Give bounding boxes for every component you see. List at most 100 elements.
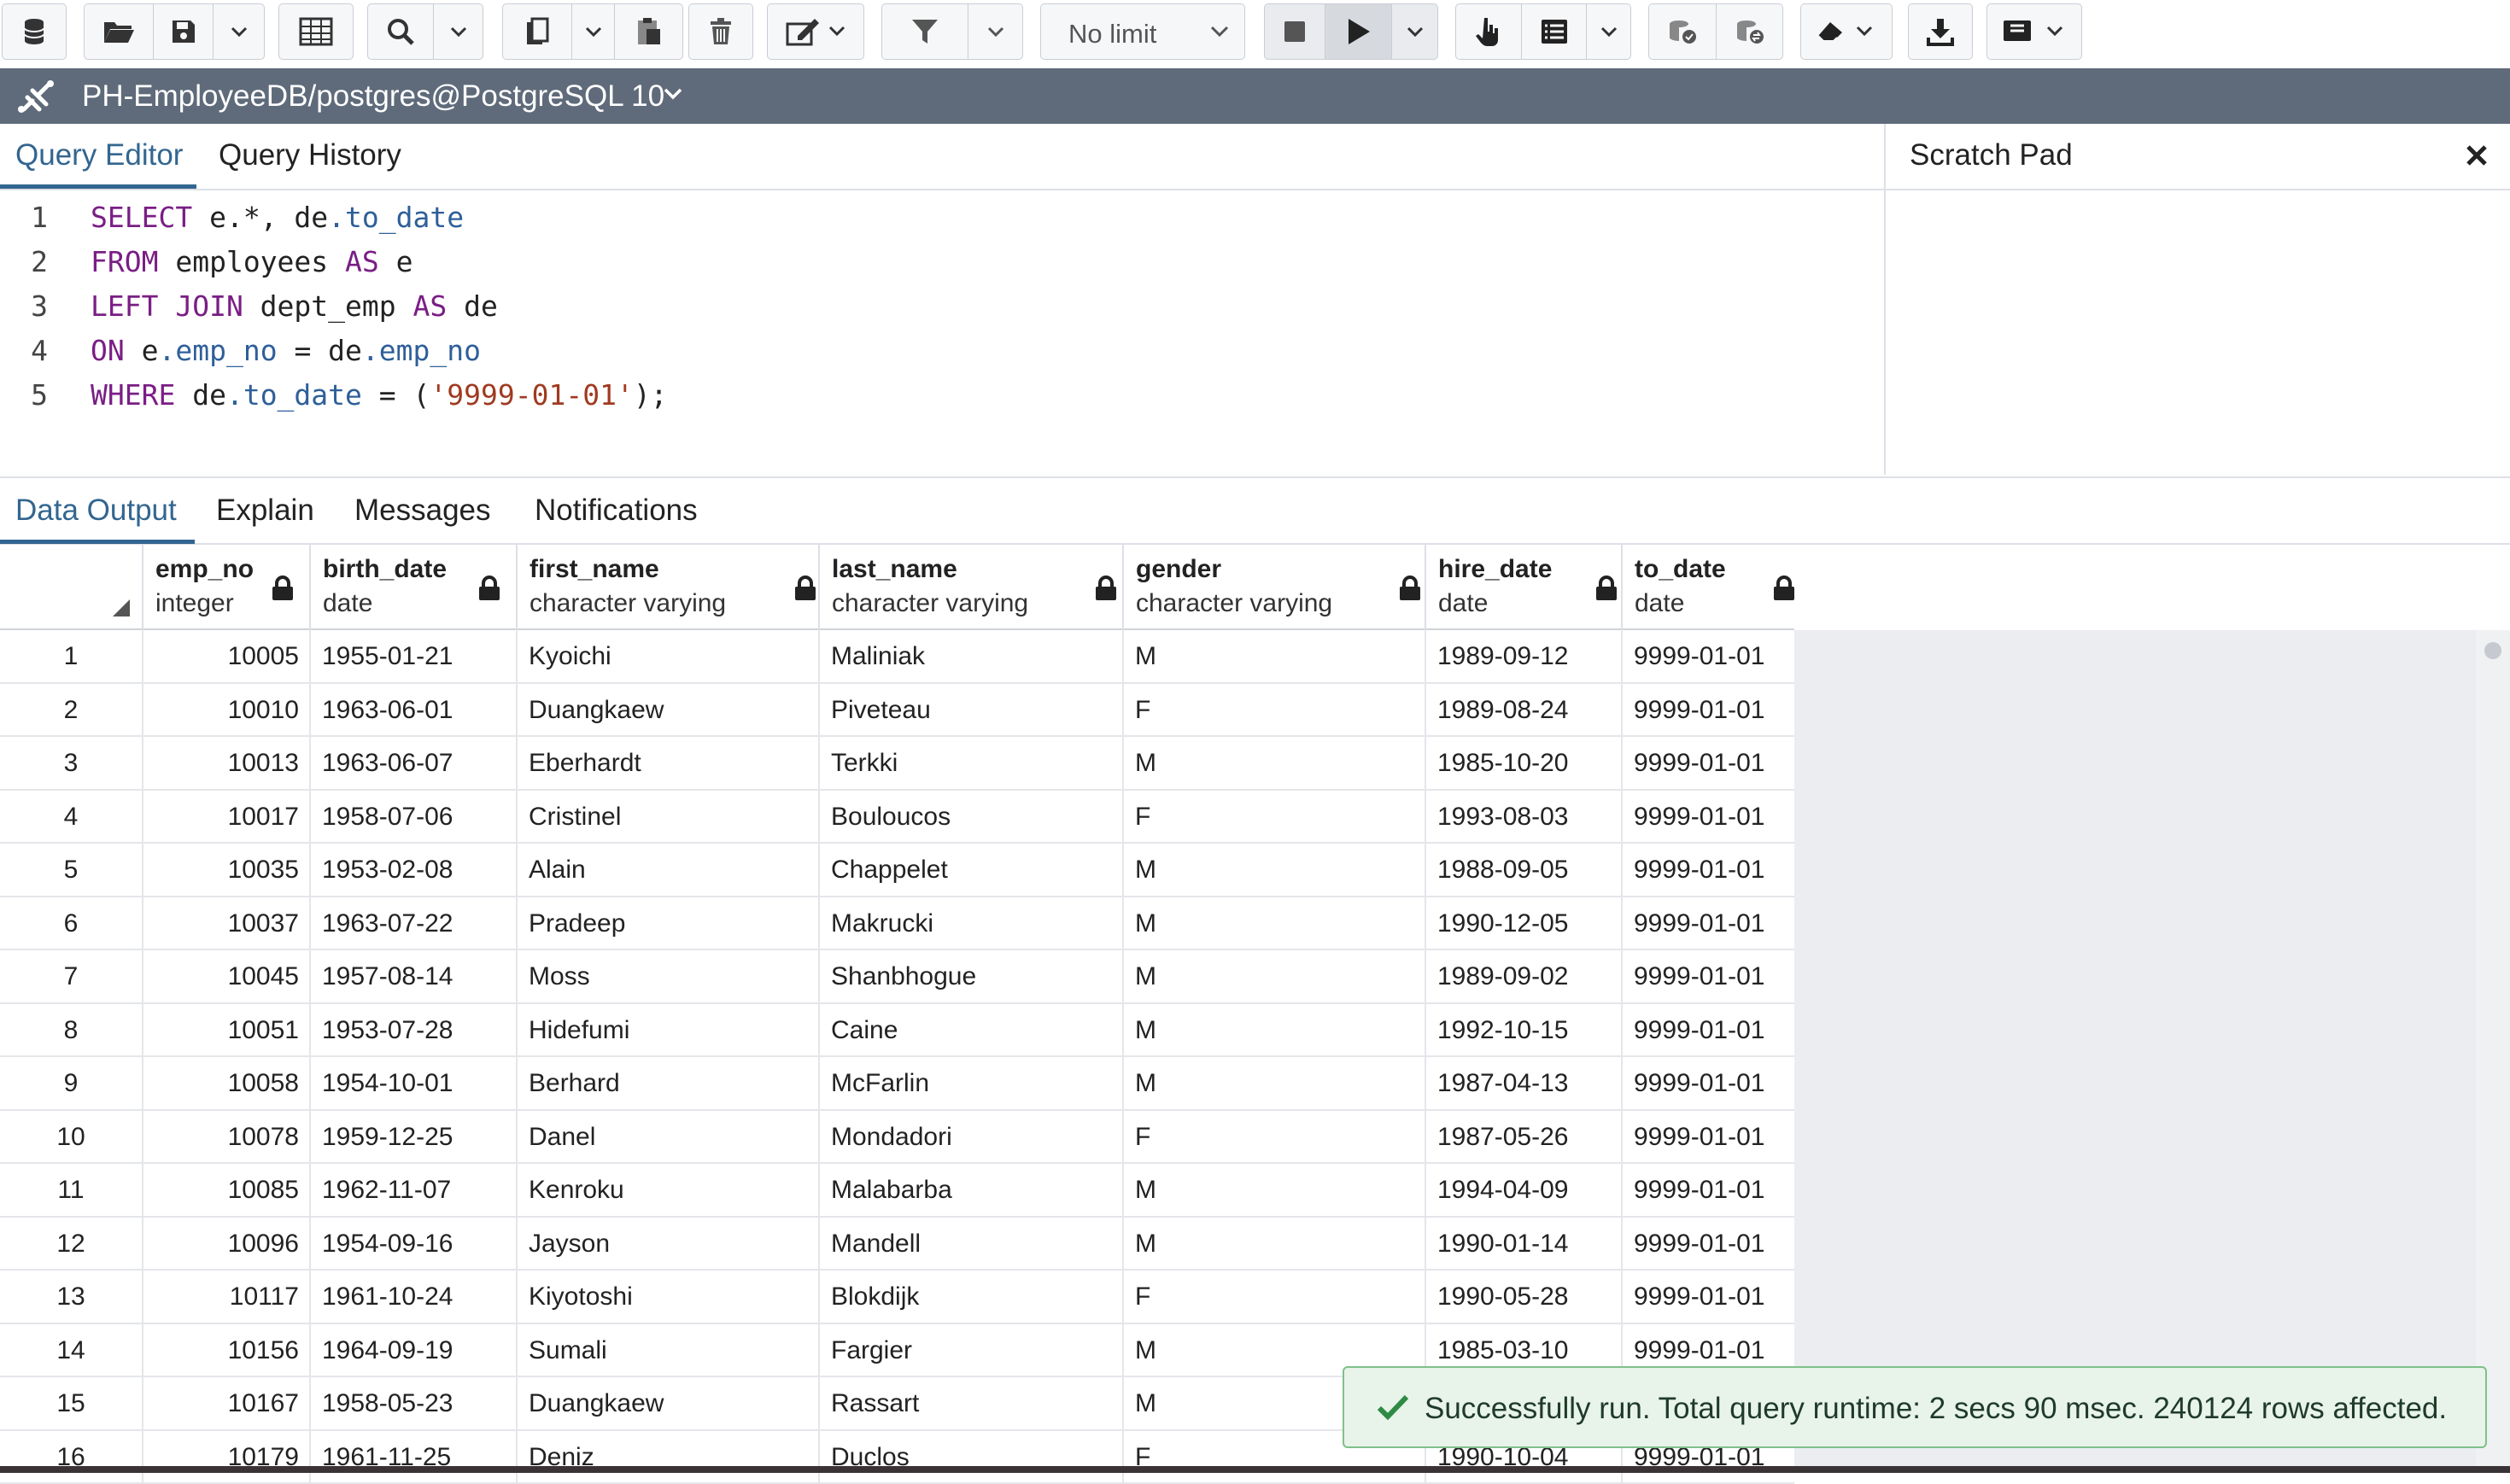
cell-first-name[interactable]: Berhard xyxy=(516,1057,818,1111)
cell-first-name[interactable]: Kenroku xyxy=(516,1164,818,1218)
cell-birth-date[interactable]: 1962-11-07 xyxy=(309,1164,516,1218)
commit-button[interactable] xyxy=(1649,4,1716,59)
cell-birth-date[interactable]: 1953-07-28 xyxy=(309,1004,516,1058)
cell-gender[interactable]: M xyxy=(1122,897,1425,951)
cell-first-name[interactable]: Hidefumi xyxy=(516,1004,818,1058)
table-row[interactable]: 5100351953-02-08AlainChappeletM1988-09-0… xyxy=(0,844,1794,897)
cell-gender[interactable]: M xyxy=(1122,1004,1425,1058)
cell-emp-no[interactable]: 10037 xyxy=(142,897,309,951)
cell-to-date[interactable]: 9999-01-01 xyxy=(1621,1271,1794,1324)
vertical-scrollbar[interactable] xyxy=(2476,630,2510,1473)
cell-to-date[interactable]: 9999-01-01 xyxy=(1621,791,1794,844)
cell-last-name[interactable]: Blokdijk xyxy=(818,1271,1122,1324)
row-number[interactable]: 15 xyxy=(0,1377,142,1431)
cell-to-date[interactable]: 9999-01-01 xyxy=(1621,1218,1794,1271)
cell-first-name[interactable]: Sumali xyxy=(516,1324,818,1378)
column-header-emp-no[interactable]: emp_nointeger xyxy=(142,545,309,630)
cell-birth-date[interactable]: 1957-08-14 xyxy=(309,950,516,1004)
cell-first-name[interactable]: Jayson xyxy=(516,1218,818,1271)
cell-gender[interactable]: F xyxy=(1122,1271,1425,1324)
cell-hire-date[interactable]: 1994-04-09 xyxy=(1425,1164,1621,1218)
cell-hire-date[interactable]: 1989-09-12 xyxy=(1425,630,1621,684)
cell-to-date[interactable]: 9999-01-01 xyxy=(1621,950,1794,1004)
table-row[interactable]: 6100371963-07-22PradeepMakruckiM1990-12-… xyxy=(0,897,1794,951)
cell-emp-no[interactable]: 10013 xyxy=(142,737,309,791)
code-line[interactable]: 4ON e.emp_no = de.emp_no xyxy=(0,334,1879,378)
code-line[interactable]: 5WHERE de.to_date = ('9999-01-01'); xyxy=(0,378,1879,423)
cell-last-name[interactable]: Shanbhogue xyxy=(818,950,1122,1004)
code-line[interactable]: 2FROM employees AS e xyxy=(0,245,1879,289)
tab-explain[interactable]: Explain xyxy=(216,494,314,528)
column-header-first-name[interactable]: first_namecharacter varying xyxy=(516,545,818,630)
cell-last-name[interactable]: Mandell xyxy=(818,1218,1122,1271)
cell-hire-date[interactable]: 1990-05-28 xyxy=(1425,1271,1621,1324)
connection-plug-icon[interactable] xyxy=(14,79,58,119)
cell-emp-no[interactable]: 10010 xyxy=(142,684,309,738)
cell-gender[interactable]: F xyxy=(1122,684,1425,738)
select-all-corner[interactable] xyxy=(0,545,142,630)
cell-last-name[interactable]: Chappelet xyxy=(818,844,1122,897)
tab-query-editor[interactable]: Query Editor xyxy=(15,138,183,172)
explain-button[interactable] xyxy=(1456,4,1521,59)
open-file-button[interactable] xyxy=(85,4,153,59)
cell-emp-no[interactable]: 10035 xyxy=(142,844,309,897)
table-row[interactable]: 4100171958-07-06CristinelBouloucosF1993-… xyxy=(0,791,1794,844)
cell-first-name[interactable]: Pradeep xyxy=(516,897,818,951)
table-row[interactable]: 9100581954-10-01BerhardMcFarlinM1987-04-… xyxy=(0,1057,1794,1111)
cell-hire-date[interactable]: 1987-04-13 xyxy=(1425,1057,1621,1111)
cell-birth-date[interactable]: 1954-09-16 xyxy=(309,1218,516,1271)
copy-button[interactable] xyxy=(503,4,571,59)
cell-first-name[interactable]: Danel xyxy=(516,1111,818,1165)
cell-first-name[interactable]: Deniz xyxy=(516,1431,818,1484)
row-number[interactable]: 13 xyxy=(0,1271,142,1324)
cell-birth-date[interactable]: 1954-10-01 xyxy=(309,1057,516,1111)
explain-analyze-button[interactable] xyxy=(1521,4,1586,59)
cell-birth-date[interactable]: 1964-09-19 xyxy=(309,1324,516,1378)
filter-options-dropdown[interactable] xyxy=(968,4,1022,59)
cell-birth-date[interactable]: 1953-02-08 xyxy=(309,844,516,897)
cell-emp-no[interactable]: 10096 xyxy=(142,1218,309,1271)
row-number[interactable]: 7 xyxy=(0,950,142,1004)
row-number[interactable]: 2 xyxy=(0,684,142,738)
cell-emp-no[interactable]: 10117 xyxy=(142,1271,309,1324)
cell-emp-no[interactable]: 10005 xyxy=(142,630,309,684)
cell-last-name[interactable]: McFarlin xyxy=(818,1057,1122,1111)
cell-gender[interactable]: F xyxy=(1122,1111,1425,1165)
row-number[interactable]: 11 xyxy=(0,1164,142,1218)
cell-hire-date[interactable]: 1990-01-14 xyxy=(1425,1218,1621,1271)
table-row[interactable]: 1100051955-01-21KyoichiMaliniakM1989-09-… xyxy=(0,630,1794,684)
stop-button[interactable] xyxy=(1265,4,1325,59)
cell-last-name[interactable]: Caine xyxy=(818,1004,1122,1058)
close-icon[interactable] xyxy=(2464,143,2490,172)
code-line[interactable]: 1SELECT e.*, de.to_date xyxy=(0,201,1879,245)
cell-last-name[interactable]: Maliniak xyxy=(818,630,1122,684)
cell-first-name[interactable]: Alain xyxy=(516,844,818,897)
save-button[interactable] xyxy=(153,4,213,59)
macros-button[interactable] xyxy=(1986,3,2082,60)
cell-birth-date[interactable]: 1959-12-25 xyxy=(309,1111,516,1165)
cell-birth-date[interactable]: 1963-06-01 xyxy=(309,684,516,738)
row-number[interactable]: 6 xyxy=(0,897,142,951)
execute-button[interactable] xyxy=(1325,4,1391,59)
download-button[interactable] xyxy=(1908,3,1973,60)
cell-last-name[interactable]: Fargier xyxy=(818,1324,1122,1378)
table-row[interactable]: 3100131963-06-07EberhardtTerkkiM1985-10-… xyxy=(0,737,1794,791)
row-number[interactable]: 8 xyxy=(0,1004,142,1058)
cell-birth-date[interactable]: 1961-11-25 xyxy=(309,1431,516,1484)
table-row[interactable]: 13101171961-10-24KiyotoshiBlokdijkF1990-… xyxy=(0,1271,1794,1324)
cell-emp-no[interactable]: 10045 xyxy=(142,950,309,1004)
cell-first-name[interactable]: Kiyotoshi xyxy=(516,1271,818,1324)
find-button[interactable] xyxy=(368,4,433,59)
cell-emp-no[interactable]: 10179 xyxy=(142,1431,309,1484)
cell-gender[interactable]: M xyxy=(1122,844,1425,897)
cell-hire-date[interactable]: 1990-12-05 xyxy=(1425,897,1621,951)
cell-birth-date[interactable]: 1955-01-21 xyxy=(309,630,516,684)
cell-hire-date[interactable]: 1987-05-26 xyxy=(1425,1111,1621,1165)
column-header-birth-date[interactable]: birth_datedate xyxy=(309,545,516,630)
cell-gender[interactable]: M xyxy=(1122,1218,1425,1271)
cell-last-name[interactable]: Malabarba xyxy=(818,1164,1122,1218)
cell-emp-no[interactable]: 10167 xyxy=(142,1377,309,1431)
save-options-dropdown[interactable] xyxy=(213,4,264,59)
cell-first-name[interactable]: Duangkaew xyxy=(516,1377,818,1431)
scrollbar-thumb[interactable] xyxy=(2484,642,2501,659)
